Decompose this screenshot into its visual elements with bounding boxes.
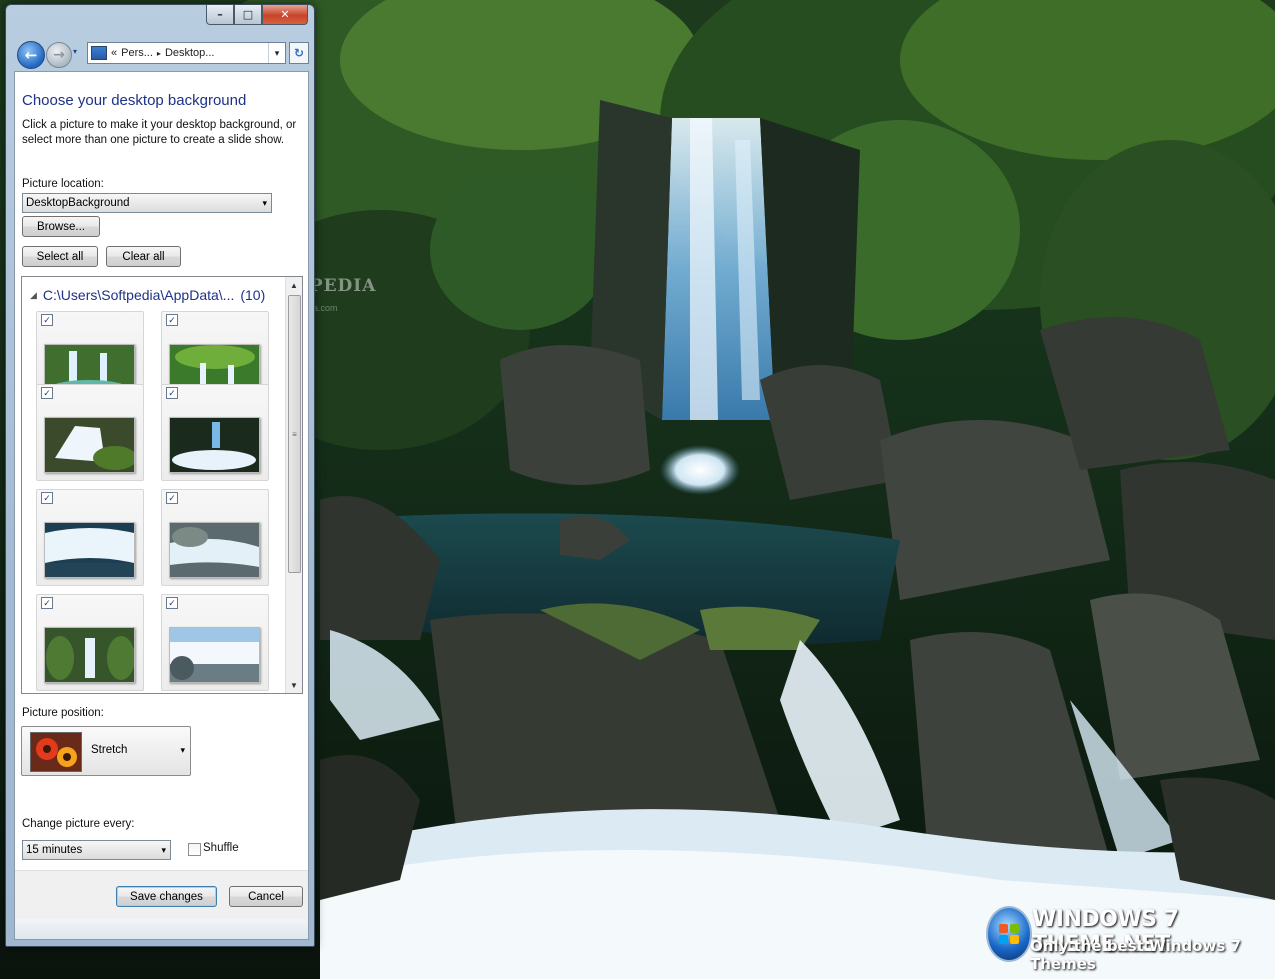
- chevron-down-icon: ▾: [262, 198, 267, 208]
- cancel-button[interactable]: Cancel: [229, 886, 303, 907]
- navigation-bar: ← → ▾ « Pers... ▸ Desktop... ▾ ↻: [14, 41, 310, 69]
- clear-all-button[interactable]: Clear all: [106, 246, 181, 267]
- change-picture-every-label: Change picture every:: [22, 818, 135, 830]
- scroll-up-icon[interactable]: ▲: [286, 277, 302, 293]
- address-dropdown-icon[interactable]: ▾: [268, 43, 285, 63]
- maximize-button[interactable]: □: [234, 5, 262, 25]
- page-title: Choose your desktop background: [22, 92, 247, 109]
- chevron-down-icon: ▾: [180, 745, 185, 755]
- breadcrumb-desktop-background[interactable]: Desktop...: [165, 47, 215, 59]
- thumbnail-checkbox[interactable]: ✓: [166, 597, 178, 609]
- thumbnail-tile[interactable]: ✓: [36, 489, 144, 586]
- thumbnail-image: [169, 627, 260, 683]
- picture-location-label: Picture location:: [22, 178, 104, 190]
- refresh-button[interactable]: ↻: [289, 42, 309, 64]
- minimize-button[interactable]: –: [206, 5, 234, 25]
- thumbnail-checkbox[interactable]: ✓: [166, 314, 178, 326]
- picture-gallery: ◢ C:\Users\Softpedia\AppData\... (10) ✓ …: [21, 276, 303, 694]
- page-description: Click a picture to make it your desktop …: [22, 119, 297, 146]
- group-count: (10): [240, 287, 266, 303]
- thumbnail-checkbox[interactable]: ✓: [166, 387, 178, 399]
- save-changes-button[interactable]: Save changes: [116, 886, 217, 907]
- windows-flag-icon: [999, 924, 1019, 944]
- picture-position-label: Picture position:: [22, 707, 104, 719]
- group-path: C:\Users\Softpedia\AppData\...: [42, 287, 235, 303]
- flowers-preview-icon: [30, 732, 82, 772]
- thumbnail-checkbox[interactable]: ✓: [41, 492, 53, 504]
- breadcrumb-personalization[interactable]: Pers...: [121, 47, 153, 59]
- caption-buttons: – □ ✕: [206, 5, 308, 25]
- browse-button[interactable]: Browse...: [22, 216, 100, 237]
- thumbnail-tile[interactable]: ✓: [36, 594, 144, 691]
- thumbnail-image: [44, 627, 135, 683]
- thumbnail-image: [169, 417, 260, 473]
- thumbnail-checkbox[interactable]: ✓: [41, 597, 53, 609]
- forward-button[interactable]: →: [46, 42, 72, 68]
- picture-position-select[interactable]: Stretch ▾: [21, 726, 191, 776]
- content-pane: Choose your desktop background Click a p…: [14, 71, 309, 921]
- thumbnail-checkbox[interactable]: ✓: [41, 387, 53, 399]
- picture-location-value: DesktopBackground: [26, 197, 130, 209]
- thumbnail-checkbox[interactable]: ✓: [41, 314, 53, 326]
- chevron-down-icon: ▾: [161, 845, 166, 855]
- grip-icon: ≡: [292, 429, 297, 439]
- status-bar: [14, 919, 309, 940]
- scrollbar-thumb[interactable]: ≡: [288, 295, 301, 573]
- close-button[interactable]: ✕: [262, 5, 308, 25]
- thumbnail-tile[interactable]: ✓: [161, 489, 269, 586]
- select-all-button[interactable]: Select all: [22, 246, 98, 267]
- address-overflow[interactable]: «: [111, 47, 117, 59]
- thumbnail-tile[interactable]: ✓: [161, 594, 269, 691]
- gallery-group-header[interactable]: ◢ C:\Users\Softpedia\AppData\... (10): [30, 287, 265, 303]
- picture-position-value: Stretch: [91, 744, 128, 756]
- thumbnail-checkbox[interactable]: ✓: [166, 492, 178, 504]
- change-interval-select[interactable]: 15 minutes ▾: [22, 840, 171, 860]
- shuffle-label[interactable]: Shuffle: [203, 842, 239, 854]
- picture-location-select[interactable]: DesktopBackground ▾: [22, 193, 272, 213]
- gallery-scrollbar[interactable]: ▲ ≡ ▼: [285, 277, 302, 693]
- address-bar[interactable]: « Pers... ▸ Desktop... ▾: [87, 42, 286, 64]
- thumbnail-tile[interactable]: ✓: [161, 384, 269, 481]
- change-interval-value: 15 minutes: [26, 844, 83, 856]
- recent-pages-dropdown[interactable]: ▾: [73, 47, 77, 56]
- windows-orb-icon: [986, 906, 1032, 962]
- thumbnail-image: [44, 522, 135, 578]
- shuffle-checkbox[interactable]: [188, 843, 201, 856]
- thumbnail-image: [44, 417, 135, 473]
- personalization-window: – □ ✕ ← → ▾ « Pers... ▸ Desktop... ▾ ↻ C…: [5, 4, 315, 947]
- windows7theme-brand: WINDOWS 7 THEME.NET Only the best Window…: [986, 904, 1271, 973]
- scroll-down-icon[interactable]: ▼: [286, 677, 302, 693]
- thumbnail-tile[interactable]: ✓: [36, 384, 144, 481]
- control-panel-icon: [91, 46, 107, 60]
- collapse-icon[interactable]: ◢: [30, 290, 37, 301]
- back-button[interactable]: ←: [17, 41, 45, 69]
- breadcrumb-separator-icon: ▸: [156, 48, 161, 58]
- brand-tagline: Only the best Windows 7 Themes: [1030, 937, 1241, 973]
- thumbnail-image: [169, 522, 260, 578]
